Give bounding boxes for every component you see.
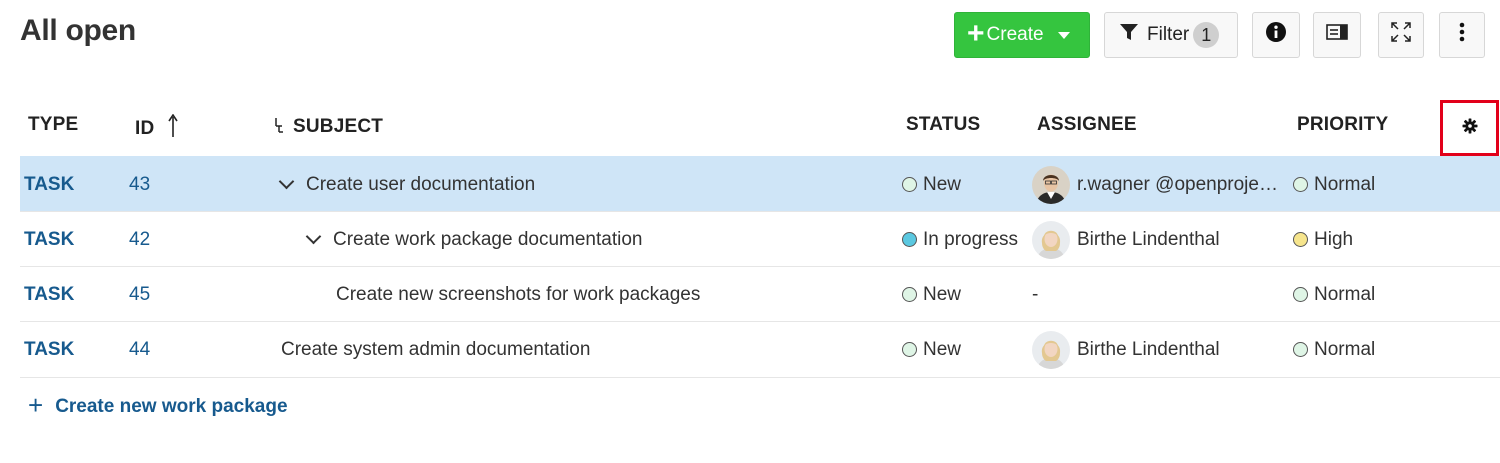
more-actions-button[interactable]	[1439, 12, 1485, 58]
sort-ascending-icon	[168, 113, 179, 144]
column-header-type[interactable]: TYPE	[28, 114, 78, 136]
id-link[interactable]: 44	[129, 322, 150, 377]
caret-down-icon	[1057, 31, 1070, 39]
filter-button[interactable]: Filter 1	[1104, 12, 1238, 58]
table-row[interactable]: TASK 43 Create user documentation New r.…	[20, 156, 1500, 211]
assignee-cell[interactable]: Birthe Lindenthal	[1032, 212, 1220, 267]
info-button[interactable]	[1252, 12, 1300, 58]
status-text: In progress	[923, 228, 1019, 250]
assignee-name: r.wagner @openproje…	[1077, 173, 1278, 195]
assignee-name: Birthe Lindenthal	[1077, 338, 1220, 360]
table-header: TYPE ID SUBJECT STATUS ASSIGNEE PRIORITY	[20, 96, 1500, 156]
priority-cell[interactable]: Normal	[1293, 322, 1375, 377]
priority-dot-icon	[1293, 177, 1308, 192]
column-header-id-label: ID	[135, 118, 155, 139]
page-title: All open	[20, 14, 136, 47]
female-avatar	[1032, 330, 1070, 369]
subject-text: Create new screenshots for work packages	[336, 283, 701, 305]
subject-cell[interactable]: Create user documentation	[278, 157, 536, 212]
create-new-work-package-label: Create new work package	[55, 396, 288, 417]
column-header-id[interactable]: ID	[135, 113, 179, 144]
female-avatar	[1032, 220, 1070, 259]
details-view-button[interactable]	[1313, 12, 1361, 58]
male-avatar	[1032, 165, 1070, 204]
status-cell[interactable]: New	[902, 267, 961, 322]
work-packages-table: TYPE ID SUBJECT STATUS ASSIGNEE PRIORITY	[20, 96, 1500, 376]
info-icon	[1265, 21, 1287, 49]
plus-icon: +	[967, 16, 985, 50]
priority-dot-icon	[1293, 342, 1308, 357]
priority-dot-icon	[1293, 232, 1308, 247]
id-link[interactable]: 45	[129, 267, 150, 322]
type-cell[interactable]: TASK	[24, 212, 74, 267]
zen-mode-button[interactable]	[1378, 12, 1424, 58]
assignee-name: -	[1032, 283, 1039, 305]
hierarchy-icon	[273, 114, 285, 140]
priority-text: Normal	[1314, 173, 1376, 195]
type-cell[interactable]: TASK	[24, 267, 74, 322]
priority-text: Normal	[1314, 338, 1376, 360]
table-row[interactable]: TASK 44 Create system admin documentatio…	[20, 321, 1500, 376]
status-text: New	[923, 338, 962, 360]
status-dot-icon	[902, 287, 917, 302]
columns-settings-button[interactable]	[1440, 100, 1499, 156]
gear-icon	[1462, 118, 1478, 139]
work-packages-page: All open + Create Filter 1 TYPE ID SUBJE…	[0, 0, 1500, 463]
subject-cell[interactable]: Create system admin documentation	[281, 322, 590, 377]
status-dot-icon	[902, 232, 917, 247]
filter-icon	[1119, 22, 1139, 48]
subject-text: Create work package documentation	[333, 228, 643, 250]
column-header-assignee[interactable]: ASSIGNEE	[1037, 114, 1137, 136]
column-header-status[interactable]: STATUS	[906, 114, 980, 136]
status-cell[interactable]: In progress	[902, 212, 1018, 267]
assignee-name: Birthe Lindenthal	[1077, 228, 1220, 250]
filter-count-badge: 1	[1193, 22, 1220, 48]
create-button-label: Create	[986, 24, 1044, 45]
type-cell[interactable]: TASK	[24, 157, 74, 212]
assignee-cell[interactable]: Birthe Lindenthal	[1032, 322, 1220, 377]
assignee-cell[interactable]: r.wagner @openproje…	[1032, 157, 1278, 212]
column-header-priority[interactable]: PRIORITY	[1297, 114, 1388, 136]
type-cell[interactable]: TASK	[24, 322, 74, 377]
table-row[interactable]: TASK 45 Create new screenshots for work …	[20, 266, 1500, 321]
priority-text: Normal	[1314, 283, 1376, 305]
create-new-work-package-link[interactable]: + Create new work package	[28, 390, 288, 421]
id-link[interactable]: 43	[129, 157, 150, 212]
status-dot-icon	[902, 177, 917, 192]
fullscreen-icon	[1390, 21, 1412, 49]
split-view-icon	[1326, 23, 1348, 47]
priority-cell[interactable]: High	[1293, 212, 1353, 267]
priority-text: High	[1314, 228, 1354, 250]
more-vertical-icon	[1459, 22, 1465, 48]
subject-text: Create user documentation	[306, 173, 536, 195]
status-dot-icon	[902, 342, 917, 357]
chevron-down-icon[interactable]	[305, 228, 322, 245]
status-cell[interactable]: New	[902, 322, 961, 377]
filter-button-label: Filter	[1147, 24, 1190, 45]
priority-cell[interactable]: Normal	[1293, 267, 1375, 322]
subject-text: Create system admin documentation	[281, 338, 591, 360]
table-body: TASK 43 Create user documentation New r.…	[20, 156, 1500, 376]
column-header-subject[interactable]: SUBJECT	[273, 114, 383, 140]
plus-icon: +	[28, 390, 44, 420]
table-bottom-divider	[20, 377, 1500, 378]
column-header-subject-label: SUBJECT	[293, 116, 384, 137]
subject-cell[interactable]: Create new screenshots for work packages	[336, 267, 700, 322]
priority-cell[interactable]: Normal	[1293, 157, 1375, 212]
status-text: New	[923, 283, 962, 305]
chevron-down-icon[interactable]	[278, 173, 295, 190]
status-cell[interactable]: New	[902, 157, 961, 212]
subject-cell[interactable]: Create work package documentation	[305, 212, 643, 267]
status-text: New	[923, 173, 962, 195]
create-button[interactable]: + Create	[954, 12, 1090, 58]
table-row[interactable]: TASK 42 Create work package documentatio…	[20, 211, 1500, 266]
assignee-cell[interactable]: -	[1032, 267, 1038, 322]
priority-dot-icon	[1293, 287, 1308, 302]
id-link[interactable]: 42	[129, 212, 150, 267]
